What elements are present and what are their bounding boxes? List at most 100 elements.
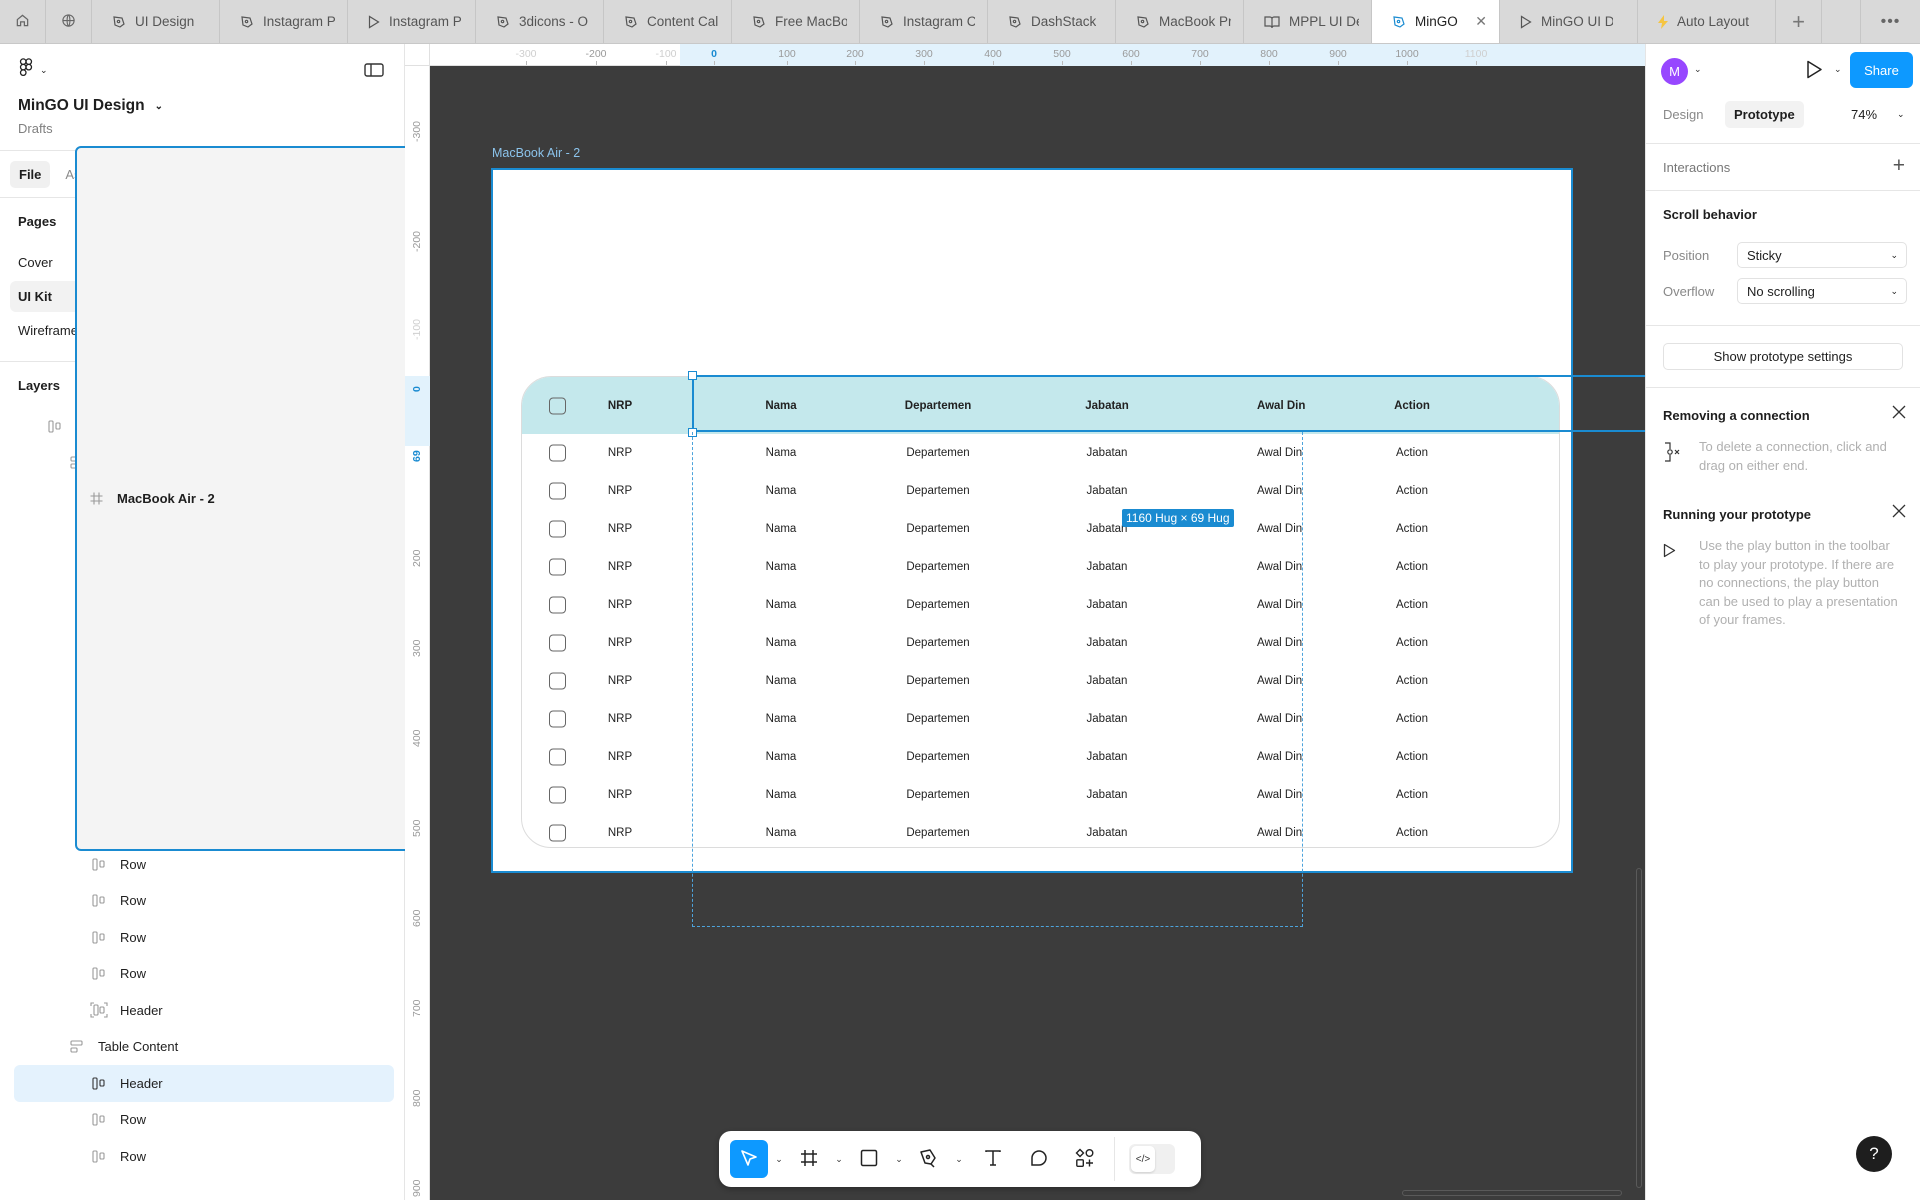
resources-tool-button[interactable] — [1066, 1140, 1104, 1178]
tab-label: Instagram P — [389, 14, 461, 29]
tab-prototype[interactable]: Prototype — [1725, 101, 1804, 128]
overflow-select[interactable]: No scrolling ⌄ — [1737, 278, 1907, 304]
table-cell: Action — [1396, 789, 1428, 801]
community-tab[interactable] — [46, 0, 92, 43]
more-tabs-button[interactable]: ••• — [1860, 0, 1920, 43]
chevron-down-icon[interactable]: ⌄ — [1897, 109, 1905, 120]
position-select[interactable]: Sticky ⌄ — [1737, 242, 1907, 268]
row-checkbox[interactable] — [549, 397, 566, 414]
tab-file[interactable]: 3dicons - O — [476, 0, 604, 43]
show-prototype-settings-button[interactable]: Show prototype settings — [1663, 343, 1903, 370]
tab-file[interactable]: Instagram P — [348, 0, 476, 43]
tab-file[interactable]: Free MacBo — [732, 0, 860, 43]
row-checkbox[interactable] — [549, 558, 566, 576]
row-checkbox[interactable] — [549, 748, 566, 766]
table-cell: NRP — [607, 561, 633, 573]
new-tab-button[interactable]: + — [1776, 0, 1822, 43]
table-cell: Action — [1396, 713, 1428, 725]
comment-tool-button[interactable] — [1020, 1140, 1058, 1178]
tip-text: To delete a connection, click and drag o… — [1699, 439, 1887, 473]
pen-tool-menu[interactable]: ⌄ — [948, 1154, 970, 1165]
close-tip-button[interactable] — [1892, 405, 1906, 422]
move-tool-button[interactable] — [730, 1140, 768, 1178]
tab-file[interactable]: Instagram C — [860, 0, 988, 43]
chevron-down-icon[interactable]: ⌄ — [1694, 64, 1702, 75]
row-checkbox[interactable] — [549, 710, 566, 728]
horizontal-autolayout-icon — [88, 1113, 110, 1126]
design-file-icon — [624, 15, 638, 29]
layer-item[interactable]: Header — [14, 992, 394, 1029]
zoom-level[interactable]: 74% — [1851, 107, 1877, 122]
tab-design[interactable]: Design — [1654, 101, 1712, 128]
ruler-tick-label: -300 — [515, 48, 537, 60]
tab-file[interactable]: File — [10, 160, 51, 188]
layer-item[interactable]: Row — [14, 1138, 394, 1175]
row-checkbox[interactable] — [549, 596, 566, 614]
layer-label: Header — [120, 1075, 163, 1091]
tab-file[interactable]: UI Design — [92, 0, 220, 43]
close-tip-button[interactable] — [1892, 504, 1906, 521]
auto-layout-bounds — [692, 432, 1303, 927]
layer-item[interactable]: Row — [14, 956, 394, 993]
layer-item[interactable]: Row — [14, 883, 394, 920]
file-location[interactable]: Drafts — [18, 121, 53, 136]
chevron-down-icon: ⌄ — [895, 1153, 903, 1164]
add-interaction-button[interactable]: + — [1893, 154, 1905, 178]
frame-tool-button[interactable] — [790, 1140, 828, 1178]
share-button[interactable]: Share — [1850, 52, 1913, 88]
row-checkbox[interactable] — [549, 672, 566, 690]
layer-item[interactable]: Header — [14, 1065, 394, 1102]
code-icon: </> — [1131, 1146, 1155, 1172]
tab-file[interactable]: Content Cal — [604, 0, 732, 43]
main-menu-button[interactable]: ⌄ — [18, 58, 48, 83]
resize-handle[interactable] — [688, 371, 697, 380]
row-checkbox[interactable] — [549, 824, 566, 842]
toggle-sidebar-button[interactable] — [364, 62, 384, 81]
horizontal-scrollbar[interactable] — [1402, 1190, 1622, 1196]
canvas[interactable]: MacBook Air - 2 NRP Nama Departemen Jabatan… — [430, 66, 1645, 1200]
tab-label: Instagram C — [903, 14, 975, 29]
tab-file[interactable]: Instagram P — [220, 0, 348, 43]
pen-tool-button[interactable] — [910, 1140, 948, 1178]
table-cell: Action — [1396, 637, 1428, 649]
row-checkbox[interactable] — [549, 482, 566, 500]
design-file-icon — [496, 15, 510, 29]
present-button[interactable] — [1806, 60, 1823, 82]
row-checkbox[interactable] — [549, 520, 566, 538]
table-cell: Action — [1396, 751, 1428, 763]
horizontal-autolayout-icon — [88, 931, 110, 944]
move-tool-menu[interactable]: ⌄ — [768, 1154, 790, 1165]
layer-item[interactable]: Row — [14, 919, 394, 956]
layer-item[interactable]: Row — [14, 846, 394, 883]
row-checkbox[interactable] — [549, 634, 566, 652]
layer-label: Table Content — [98, 1039, 179, 1055]
frame-label[interactable]: MacBook Air - 2 — [492, 146, 580, 160]
selection-outline — [692, 375, 1645, 432]
avatar[interactable]: M — [1661, 58, 1688, 85]
shape-tool-button[interactable] — [850, 1140, 888, 1178]
shape-tool-menu[interactable]: ⌄ — [888, 1154, 910, 1165]
layer-item[interactable]: Row — [14, 1102, 394, 1139]
ruler-tick — [1062, 61, 1063, 65]
text-tool-button[interactable] — [974, 1140, 1012, 1178]
present-menu-chevron[interactable]: ⌄ — [1834, 64, 1842, 75]
layer-item[interactable]: Table Content — [14, 1029, 394, 1066]
tab-file[interactable]: MinGO ✕ — [1372, 0, 1500, 43]
file-name-button[interactable]: MinGO UI Design ⌄ — [18, 97, 163, 115]
row-checkbox[interactable] — [549, 444, 566, 462]
home-tab[interactable] — [0, 0, 46, 43]
tab-file[interactable]: Auto Layout T — [1638, 0, 1776, 43]
tab-file[interactable]: DashStack — [988, 0, 1116, 43]
dev-mode-toggle[interactable]: </> — [1129, 1144, 1175, 1174]
ruler-tick-label: -100 — [655, 48, 677, 60]
help-button[interactable]: ? — [1856, 1136, 1892, 1172]
tab-file[interactable]: MPPL UI De — [1244, 0, 1372, 43]
tab-file[interactable]: MacBook Pr — [1116, 0, 1244, 43]
tab-file[interactable]: MinGO UI D — [1500, 0, 1638, 43]
vertical-scrollbar[interactable] — [1636, 868, 1642, 1188]
close-tab-icon[interactable]: ✕ — [1475, 13, 1487, 30]
row-checkbox[interactable] — [549, 786, 566, 804]
frame-tool-menu[interactable]: ⌄ — [828, 1154, 850, 1165]
ruler-tick — [526, 61, 527, 65]
ruler-tick-label: 800 — [411, 1089, 423, 1107]
